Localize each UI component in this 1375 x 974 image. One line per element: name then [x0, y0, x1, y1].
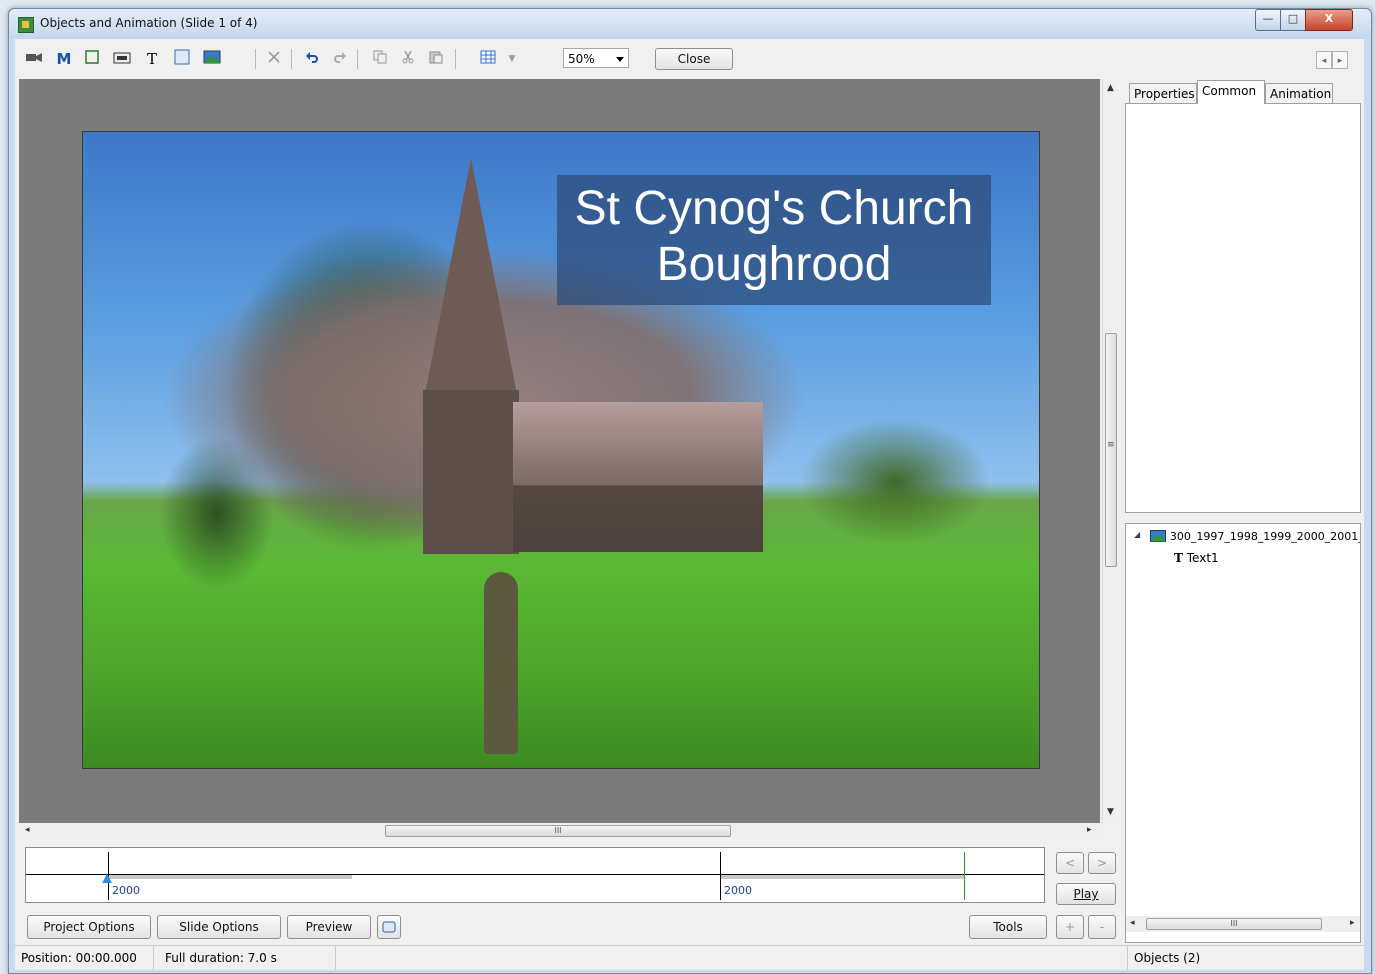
delete-icon[interactable] [263, 49, 285, 69]
tree-expander-icon[interactable]: ◢ [1134, 530, 1140, 539]
slide-caption-text[interactable]: St Cynog's Church Boughrood [557, 175, 991, 305]
toolbar: M T ▼ 50% Close ◂ ▸ [15, 39, 1364, 77]
add-button[interactable]: + [1056, 915, 1084, 939]
toolbar-separator [255, 49, 256, 69]
slide-image[interactable]: St Cynog's Church Boughrood [82, 131, 1040, 769]
image-icon [1150, 530, 1166, 542]
paste-icon[interactable] [425, 49, 447, 69]
slide-options-button[interactable]: Slide Options [157, 915, 281, 939]
app-icon [18, 17, 34, 33]
slide-canvas-area[interactable]: St Cynog's Church Boughrood [19, 79, 1100, 823]
toolbar-prev-button[interactable]: ◂ [1316, 51, 1332, 69]
redo-icon[interactable] [329, 49, 351, 69]
frame-icon[interactable] [81, 49, 103, 69]
church-nave [513, 402, 763, 552]
play-button[interactable]: Play [1056, 883, 1116, 905]
preview-button[interactable]: Preview [287, 915, 371, 939]
mask-icon[interactable]: M [53, 49, 75, 69]
text-object-icon[interactable]: T [141, 49, 163, 69]
scroll-right-icon[interactable]: ▸ [1350, 918, 1355, 928]
scroll-left-icon[interactable]: ◂ [1130, 918, 1135, 928]
toolbar-separator [357, 49, 358, 69]
tree-item-image-label: 300_1997_1998_1999_2000_2001_fu [1169, 530, 1361, 543]
toolbar-separator [291, 49, 292, 69]
grip-icon: ≡ [1107, 440, 1115, 450]
camera-icon[interactable] [23, 49, 45, 69]
tab-properties[interactable]: Properties [1129, 83, 1197, 103]
horizontal-scrollbar[interactable]: ◂ III ▸ [19, 823, 1100, 839]
scroll-down-icon[interactable]: ▼ [1107, 807, 1114, 817]
status-bar: Position: 00:00.000 Full duration: 7.0 s… [15, 945, 1364, 970]
tree-item-text[interactable]: T Text1 [1174, 551, 1219, 565]
scroll-right-icon[interactable]: ▸ [1087, 825, 1092, 835]
tree-scroll-thumb[interactable]: III [1146, 918, 1322, 930]
tree-horizontal-scrollbar[interactable]: ◂ III ▸ [1126, 916, 1360, 932]
timeline-end-marker[interactable] [964, 852, 965, 900]
timeline-marker[interactable] [720, 852, 721, 900]
timeline-label-start: 2000 [112, 884, 140, 897]
caption-line-1: St Cynog's Church [574, 182, 974, 235]
image-object-icon[interactable] [201, 49, 223, 69]
timeline-bar [108, 875, 352, 879]
title-bar[interactable]: Objects and Animation (Slide 1 of 4) — □… [9, 9, 1371, 39]
zoom-value: 50% [568, 52, 595, 66]
minimize-button[interactable]: — [1255, 9, 1281, 31]
status-position: Position: 00:00.000 [21, 951, 137, 965]
chevron-down-icon [616, 57, 624, 62]
tab-common[interactable]: Common [1197, 80, 1265, 104]
tools-button[interactable]: Tools [969, 915, 1047, 939]
project-options-button[interactable]: Project Options [27, 915, 151, 939]
scroll-left-icon[interactable]: ◂ [25, 825, 30, 835]
close-window-button[interactable]: X [1305, 9, 1353, 31]
objects-and-animation-window: Objects and Animation (Slide 1 of 4) — □… [8, 8, 1372, 974]
gravestone [484, 572, 518, 754]
tree-item-text-label: Text1 [1186, 551, 1219, 565]
toolbar-next-button[interactable]: ▸ [1332, 51, 1348, 69]
timeline-cursor-icon[interactable] [102, 874, 112, 883]
timeline-label-mid: 2000 [724, 884, 752, 897]
tree-item-image[interactable]: 300_1997_1998_1999_2000_2001_fu [1150, 529, 1361, 543]
objects-tree[interactable]: ◢ 300_1997_1998_1999_2000_2001_fu T Text… [1125, 523, 1361, 943]
caption-line-2: Boughrood [656, 238, 892, 291]
church-spire [425, 158, 517, 394]
prev-slide-button[interactable]: < [1056, 852, 1084, 874]
properties-tabs: Properties Common Animation [1125, 79, 1362, 104]
right-panel: Properties Common Animation ◢ 300_1997_1… [1125, 79, 1362, 945]
client-area: M T ▼ 50% Close ◂ ▸ St Cynog's Church Bo… [15, 39, 1364, 970]
vertical-scrollbar[interactable]: ▲ ≡ ▼ [1102, 79, 1119, 823]
copy-icon[interactable] [369, 49, 391, 69]
button-object-icon[interactable] [111, 49, 133, 69]
status-divider [1127, 946, 1128, 970]
fullscreen-preview-button[interactable] [377, 915, 401, 939]
remove-button[interactable]: - [1088, 915, 1116, 939]
rectangle-object-icon[interactable] [171, 49, 193, 69]
undo-icon[interactable] [301, 49, 323, 69]
monitor-icon [382, 921, 396, 933]
text-icon: T [1174, 551, 1183, 565]
timeline-bar [720, 875, 964, 879]
status-divider [153, 946, 154, 970]
tab-animation[interactable]: Animation [1265, 83, 1333, 103]
church-tower [423, 390, 519, 554]
next-slide-button[interactable]: > [1088, 852, 1116, 874]
timeline[interactable]: 2000 2000 [25, 847, 1045, 903]
cut-icon[interactable] [397, 49, 419, 69]
status-divider [335, 946, 336, 970]
grid-icon[interactable] [477, 49, 499, 69]
maximize-button[interactable]: □ [1280, 9, 1306, 31]
zoom-select[interactable]: 50% [563, 48, 629, 68]
status-duration: Full duration: 7.0 s [165, 951, 277, 965]
close-button[interactable]: Close [655, 48, 733, 70]
common-properties-pane [1125, 103, 1361, 513]
status-objects-count: Objects (2) [1134, 951, 1201, 965]
horizontal-scroll-thumb[interactable]: III [385, 825, 731, 837]
scroll-up-icon[interactable]: ▲ [1107, 83, 1114, 93]
toolbar-separator [455, 49, 456, 69]
window-title: Objects and Animation (Slide 1 of 4) [40, 16, 258, 30]
grid-dropdown-arrow-icon[interactable]: ▼ [501, 49, 523, 69]
vertical-scroll-thumb[interactable]: ≡ [1105, 333, 1117, 567]
